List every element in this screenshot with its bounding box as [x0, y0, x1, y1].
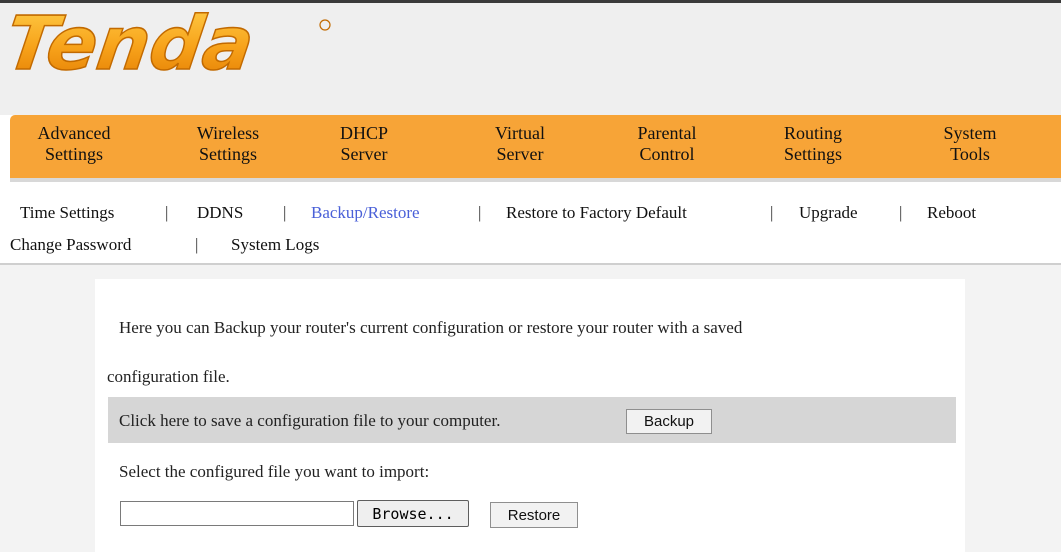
nav-wireless-settings[interactable]: Wireless Settings: [178, 123, 278, 165]
subnav-separator: |: [195, 235, 199, 254]
subnav-backup-restore[interactable]: Backup/Restore: [311, 203, 420, 223]
nav-advanced-settings[interactable]: Advanced Settings: [24, 123, 124, 165]
browse-button[interactable]: Browse...: [357, 500, 469, 527]
nav-label: Virtual: [495, 123, 545, 143]
registered-mark-icon: [319, 19, 331, 31]
nav-label: Advanced: [37, 123, 111, 143]
logo-text: Tenda: [8, 5, 259, 85]
nav-label: Parental: [637, 123, 697, 143]
nav-label: Tools: [950, 144, 990, 164]
header: Tenda: [0, 3, 1061, 115]
nav-label: Server: [340, 144, 388, 164]
nav-label: Wireless: [196, 123, 260, 143]
nav-system-tools[interactable]: System Tools: [930, 123, 1010, 165]
nav-label: Server: [496, 144, 544, 164]
subnav-reboot[interactable]: Reboot: [927, 203, 976, 223]
backup-button[interactable]: Backup: [626, 409, 712, 434]
nav-parental-control[interactable]: Parental Control: [622, 123, 712, 165]
subnav-system-logs[interactable]: System Logs: [231, 235, 319, 255]
subnav-separator: |: [478, 203, 482, 222]
nav-label: System: [943, 123, 997, 143]
tenda-logo: Tenda: [8, 5, 331, 85]
nav-dhcp-server[interactable]: DHCP Server: [324, 123, 404, 165]
file-path-input[interactable]: [120, 501, 354, 526]
nav-label: Settings: [783, 144, 842, 164]
import-prompt: Select the configured file you want to i…: [119, 462, 430, 481]
nav-label: Control: [639, 144, 695, 164]
restore-button[interactable]: Restore: [490, 502, 578, 528]
save-config-prompt: Click here to save a configuration file …: [119, 411, 501, 430]
nav-label: DHCP: [339, 123, 388, 143]
subnav-ddns[interactable]: DDNS: [197, 203, 243, 223]
nav-label: Settings: [44, 144, 103, 164]
intro-text-continued: configuration file.: [107, 367, 230, 386]
main-nav: Advanced Settings Wireless Settings DHCP…: [10, 115, 1061, 182]
subnav-separator: |: [770, 203, 774, 222]
subnav-upgrade[interactable]: Upgrade: [799, 203, 858, 223]
subnav-restore-factory-default[interactable]: Restore to Factory Default: [506, 203, 687, 223]
sub-nav: [0, 182, 1061, 264]
nav-routing-settings[interactable]: Routing Settings: [768, 123, 858, 165]
subnav-change-password[interactable]: Change Password: [10, 235, 131, 255]
nav-virtual-server[interactable]: Virtual Server: [480, 123, 560, 165]
intro-text: Here you can Backup your router's curren…: [119, 318, 743, 337]
subnav-separator: |: [899, 203, 903, 222]
subnav-time-settings[interactable]: Time Settings: [20, 203, 114, 223]
subnav-separator: |: [283, 203, 287, 222]
subnav-separator: |: [165, 203, 169, 222]
nav-label: Routing: [783, 123, 842, 143]
nav-label: Settings: [198, 144, 257, 164]
